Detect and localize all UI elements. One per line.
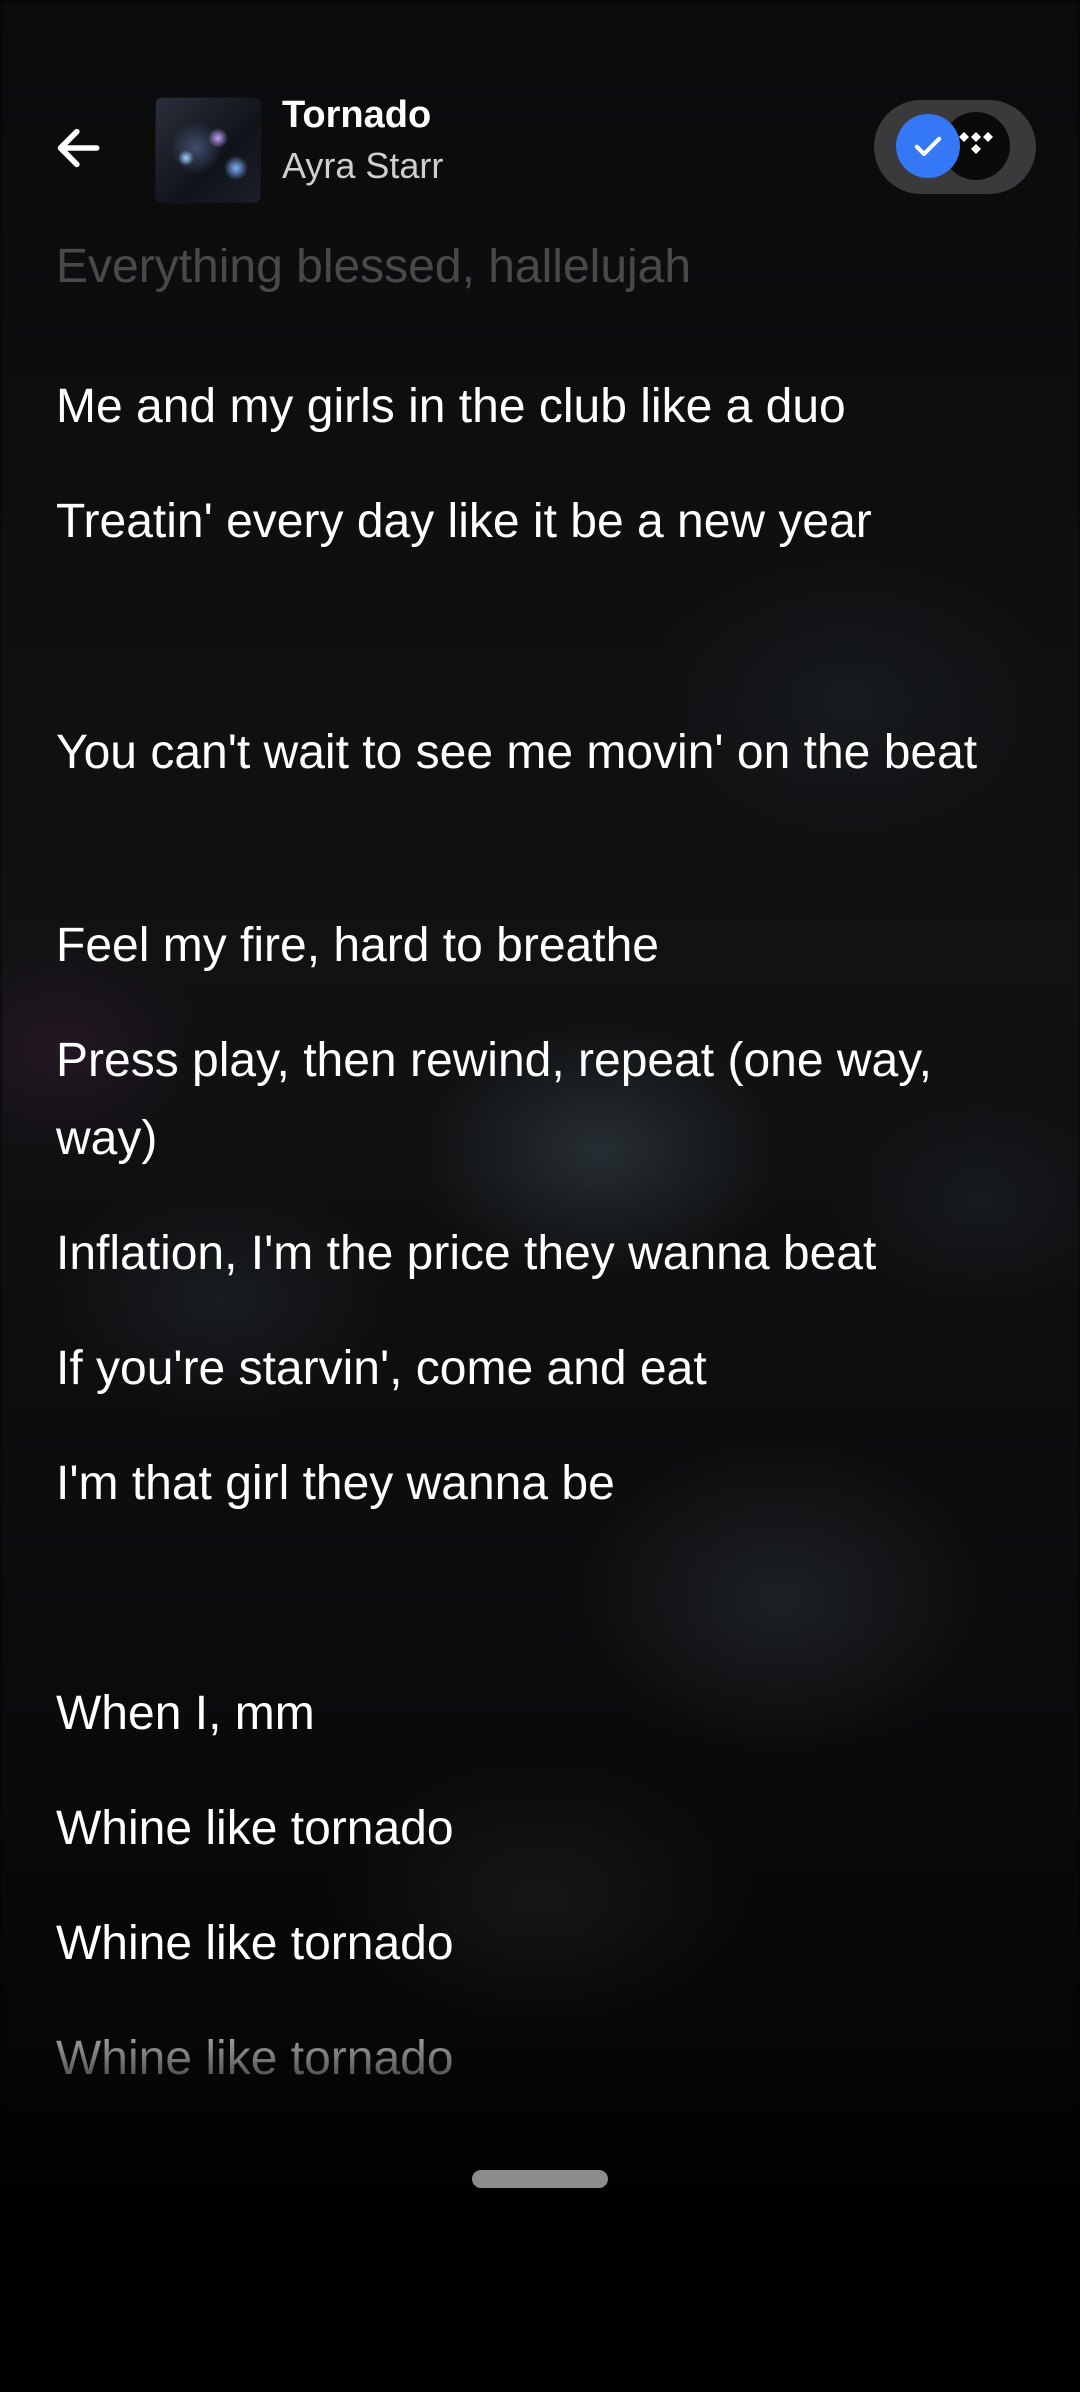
bottom-fade	[0, 2080, 1080, 2392]
arrow-left-icon	[57, 128, 100, 168]
track-title: Tornado	[282, 94, 432, 136]
lyric-line[interactable]: Inflation, I'm the price they wanna beat	[56, 1215, 1036, 1293]
lyric-line[interactable]: Press play, then rewind, repeat (one way…	[56, 1022, 1036, 1178]
lyric-line[interactable]: I'm that girl they wanna be	[56, 1445, 1036, 1523]
album-art	[156, 98, 260, 202]
lyric-line[interactable]: Feel my fire, hard to breathe	[56, 907, 1036, 985]
lyric-line[interactable]: Everything blessed, hallelujah	[56, 248, 1036, 304]
lyric-line[interactable]: You can't wait to see me movin' on the b…	[56, 714, 1036, 792]
lyrics-header: Tornado Ayra Starr	[0, 90, 1080, 210]
lyric-line[interactable]: Whine like tornado	[56, 1790, 1036, 1868]
track-artist: Ayra Starr	[282, 145, 444, 186]
lyric-line[interactable]: When I, mm	[56, 1675, 1036, 1753]
lyric-line[interactable]: Me and my girls in the club like a duo	[56, 368, 1036, 446]
home-indicator[interactable]	[472, 2170, 608, 2188]
check-icon	[896, 114, 960, 178]
lyric-line[interactable]: If you're starvin', come and eat	[56, 1330, 1036, 1408]
back-button[interactable]	[40, 110, 116, 186]
lyric-line[interactable]: Whine like tornado	[56, 1905, 1036, 1983]
service-toggle[interactable]	[874, 100, 1036, 194]
lyric-line[interactable]: Treatin' every day like it be a new year	[56, 483, 1036, 561]
